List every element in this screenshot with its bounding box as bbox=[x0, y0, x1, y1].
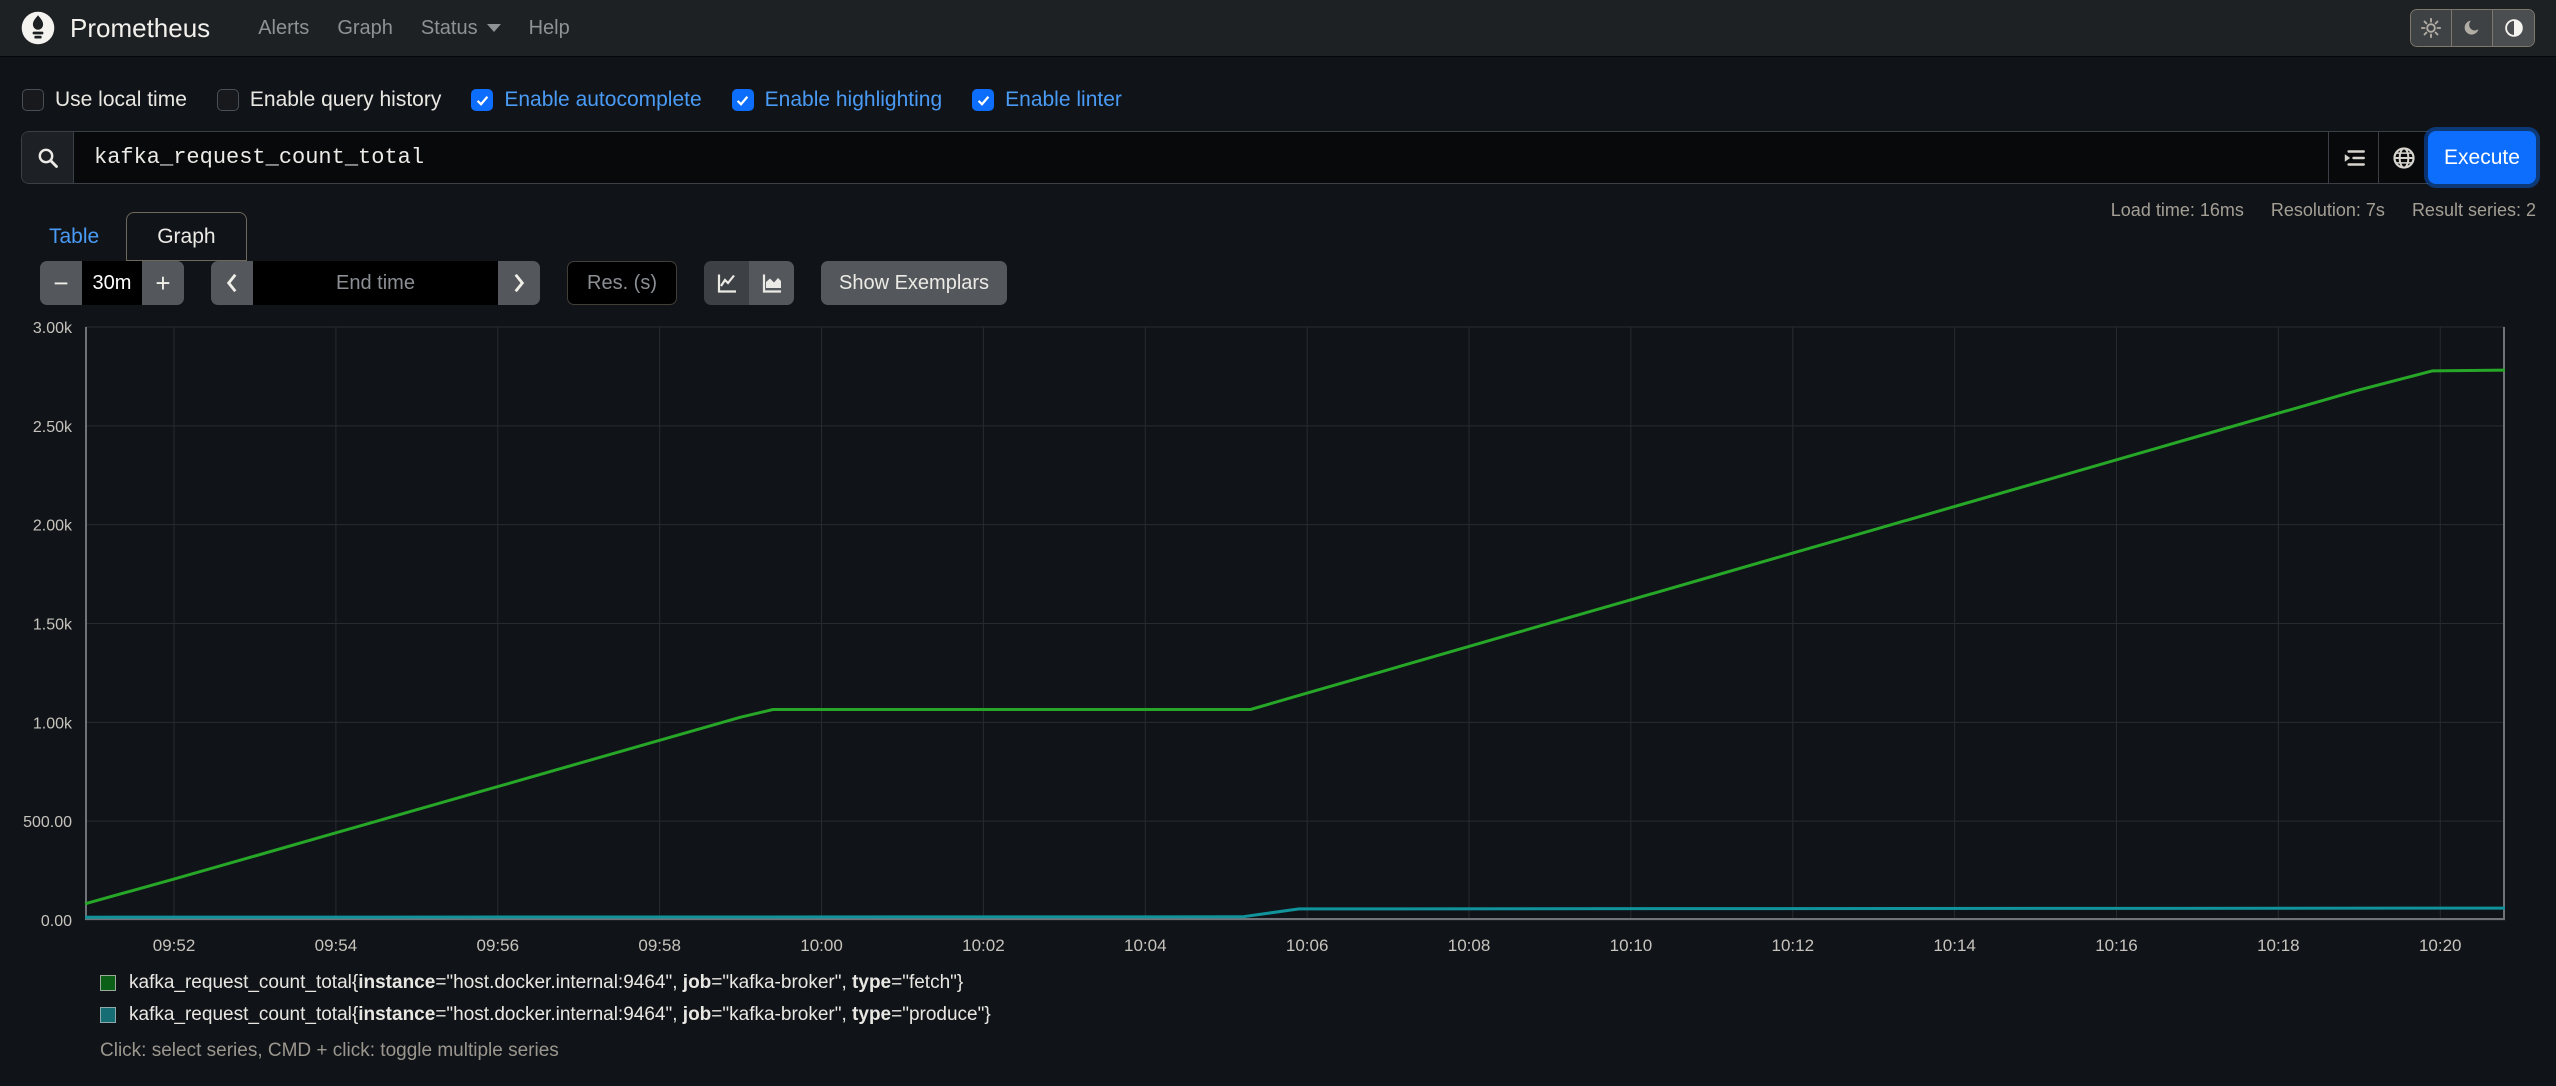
y-axis-tick-label: 500.00 bbox=[23, 814, 72, 831]
resolution-input[interactable] bbox=[567, 261, 677, 305]
graph-legend: kafka_request_count_total{instance="host… bbox=[100, 972, 991, 1062]
legend-item-fetch[interactable]: kafka_request_count_total{instance="host… bbox=[100, 972, 991, 994]
prometheus-logo-icon bbox=[21, 11, 55, 45]
x-axis-tick-label: 10:02 bbox=[962, 936, 1005, 955]
query-stats: Load time: 16ms Resolution: 7s Result se… bbox=[2111, 200, 2536, 221]
x-axis-tick-label: 09:56 bbox=[477, 936, 520, 955]
x-axis-tick-label: 10:20 bbox=[2419, 936, 2462, 955]
search-addon bbox=[22, 132, 74, 183]
chevron-right-icon bbox=[514, 273, 525, 293]
time-back-button[interactable] bbox=[211, 261, 253, 305]
tab-table[interactable]: Table bbox=[22, 212, 126, 261]
resolution-stat: Resolution: 7s bbox=[2270, 200, 2385, 220]
light-theme-button[interactable] bbox=[2411, 10, 2452, 46]
range-input[interactable] bbox=[82, 261, 142, 305]
result-series-stat: Result series: 2 bbox=[2411, 200, 2536, 220]
checkbox-enable-query-history[interactable]: Enable query history bbox=[216, 88, 441, 112]
check-icon bbox=[977, 95, 989, 106]
theme-toggle-group bbox=[2410, 9, 2535, 47]
series-line bbox=[84, 906, 2506, 919]
stacked-chart-icon bbox=[762, 274, 781, 293]
x-axis-tick-label: 10:18 bbox=[2257, 936, 2300, 955]
legend-hint: Click: select series, CMD + click: toggl… bbox=[100, 1040, 559, 1061]
graph-controls: − + Show Exemplars bbox=[40, 261, 1008, 305]
search-icon bbox=[38, 148, 58, 168]
nav-item-status-dropdown[interactable]: Status bbox=[407, 17, 515, 40]
y-axis-tick-label: 0.00 bbox=[41, 913, 72, 930]
check-icon bbox=[476, 95, 489, 106]
y-axis-tick-label: 1.00k bbox=[33, 715, 73, 732]
query-bar: Execute bbox=[21, 131, 2536, 184]
series-swatch-produce bbox=[100, 1007, 116, 1023]
x-axis-tick-label: 10:00 bbox=[800, 936, 843, 955]
nav-item-alerts[interactable]: Alerts bbox=[244, 17, 323, 40]
contrast-icon bbox=[2504, 19, 2523, 37]
checkbox-use-local-time[interactable]: Use local time bbox=[22, 88, 187, 112]
x-axis-tick-label: 09:52 bbox=[153, 936, 196, 955]
y-axis-tick-label: 2.50k bbox=[33, 419, 73, 436]
series-swatch-fetch bbox=[100, 975, 116, 991]
explain-query-button[interactable] bbox=[2378, 132, 2428, 183]
y-axis-tick-label: 1.50k bbox=[33, 617, 73, 634]
line-chart-icon bbox=[717, 274, 736, 293]
brand-title: Prometheus bbox=[70, 12, 211, 43]
x-axis-tick-label: 10:04 bbox=[1124, 936, 1167, 955]
globe-icon bbox=[2392, 146, 2415, 169]
x-axis-tick-label: 10:12 bbox=[1771, 936, 1814, 955]
panel-tabs: Table Graph bbox=[22, 212, 247, 261]
stacked-chart-button[interactable] bbox=[749, 261, 794, 305]
query-expression-input[interactable] bbox=[74, 132, 2328, 183]
navbar: Prometheus Alerts Graph Status Help bbox=[0, 0, 2556, 57]
execute-button[interactable]: Execute bbox=[2428, 131, 2536, 184]
dark-theme-button[interactable] bbox=[2452, 10, 2493, 46]
endtime-control-group bbox=[211, 261, 540, 305]
check-icon bbox=[736, 95, 749, 106]
graph-canvas[interactable]: 0.00 500.00 1.00k 1.50k 2.00k 2.50k 3.00k 09:52… bbox=[23, 320, 2506, 955]
checkbox-enable-autocomplete[interactable]: Enable autocomplete bbox=[471, 88, 702, 112]
prometheus-brand[interactable]: Prometheus bbox=[21, 11, 210, 45]
nav-item-help[interactable]: Help bbox=[515, 17, 584, 40]
x-axis-tick-label: 10:14 bbox=[1933, 936, 1976, 955]
decrease-range-button[interactable]: − bbox=[40, 261, 82, 305]
x-axis-tick-label: 09:58 bbox=[638, 936, 681, 955]
checkbox-box bbox=[731, 89, 754, 111]
increase-range-button[interactable]: + bbox=[142, 261, 184, 305]
time-forward-button[interactable] bbox=[498, 261, 540, 305]
x-axis-tick-label: 10:08 bbox=[1448, 936, 1491, 955]
metrics-explorer-icon bbox=[2344, 149, 2365, 166]
legend-label: kafka_request_count_total{instance="host… bbox=[129, 1004, 991, 1025]
load-time-stat: Load time: 16ms bbox=[2110, 200, 2244, 220]
chart-type-toggle-group bbox=[704, 261, 794, 305]
y-axis-tick-label: 2.00k bbox=[33, 518, 73, 535]
auto-theme-button[interactable] bbox=[2493, 10, 2534, 46]
query-input-group bbox=[21, 131, 2428, 184]
checkbox-box bbox=[22, 89, 44, 111]
checkbox-box bbox=[471, 89, 494, 111]
range-control-group: − + bbox=[40, 261, 184, 305]
query-options-row: Use local time Enable query history Enab… bbox=[22, 88, 1122, 112]
show-exemplars-button[interactable]: Show Exemplars bbox=[821, 261, 1008, 305]
x-axis-tick-label: 10:10 bbox=[1610, 936, 1653, 955]
y-axis-tick-label: 3.00k bbox=[33, 320, 73, 337]
caret-down-icon bbox=[486, 24, 501, 32]
checkbox-enable-linter[interactable]: Enable linter bbox=[972, 88, 1122, 112]
line-chart-button[interactable] bbox=[704, 261, 749, 305]
tab-graph[interactable]: Graph bbox=[126, 212, 247, 261]
nav-links: Alerts Graph Status Help bbox=[244, 17, 584, 40]
legend-label: kafka_request_count_total{instance="host… bbox=[129, 972, 964, 993]
moon-icon bbox=[2464, 20, 2479, 35]
x-axis-tick-label: 09:54 bbox=[315, 936, 358, 955]
sun-icon bbox=[2420, 17, 2442, 39]
chevron-left-icon bbox=[226, 273, 237, 293]
checkbox-box bbox=[216, 89, 239, 111]
metrics-explorer-button[interactable] bbox=[2328, 132, 2378, 183]
series-line bbox=[84, 368, 2506, 906]
nav-item-graph[interactable]: Graph bbox=[323, 17, 407, 40]
checkbox-enable-highlighting[interactable]: Enable highlighting bbox=[731, 88, 942, 112]
x-axis-tick-label: 10:06 bbox=[1286, 936, 1329, 955]
end-time-input[interactable] bbox=[253, 261, 498, 305]
x-axis-tick-label: 10:16 bbox=[2095, 936, 2138, 955]
checkbox-box bbox=[972, 89, 995, 111]
legend-item-produce[interactable]: kafka_request_count_total{instance="host… bbox=[100, 1004, 991, 1026]
